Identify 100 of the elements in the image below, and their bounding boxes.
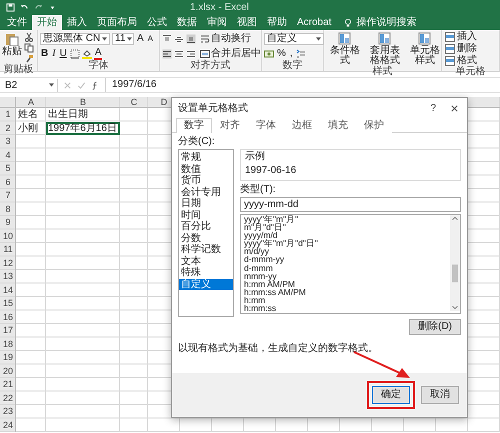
row-header[interactable]: 15 [0,297,16,310]
ribbon-tab[interactable]: 文件 [2,15,32,30]
row-header[interactable]: 19 [0,351,16,364]
category-item[interactable]: 文本 [179,256,233,267]
ribbon-tab[interactable]: 开始 [32,15,62,30]
grow-font-button[interactable]: A [136,32,145,44]
scissors-icon[interactable] [24,32,34,42]
ribbon-tab[interactable]: 插入 [62,15,92,30]
close-icon[interactable] [450,104,459,112]
align-right-icon[interactable] [186,48,196,58]
ribbon-tab[interactable]: 视图 [232,15,262,30]
format-button[interactable]: 格式 [444,56,478,66]
category-item[interactable]: 自定义 [179,278,233,290]
row-header[interactable]: 13 [0,270,16,284]
underline-button[interactable]: U [58,48,68,60]
category-item[interactable]: 时间 [179,210,233,221]
row-header[interactable]: 3 [0,135,16,148]
formula-field[interactable]: 1997/6/16 [105,78,500,92]
ok-button[interactable]: 确定 [372,386,410,404]
comma-button[interactable]: , [288,48,294,60]
row-header[interactable]: 22 [0,392,16,405]
row-header[interactable]: 14 [0,284,16,297]
column-header[interactable]: C [120,97,148,108]
dialog-tab[interactable]: 数字 [176,118,212,133]
row-header[interactable]: 10 [0,230,16,243]
style-button[interactable]: 套用表格格式 [366,32,404,66]
row-header[interactable]: 11 [0,243,16,256]
ribbon-tab[interactable]: 帮助 [262,15,292,30]
insert-button[interactable]: 插入 [444,32,478,42]
dialog-tab[interactable]: 保护 [356,118,392,133]
type-item[interactable]: m"月"d"日" [244,223,450,232]
dialog-tab[interactable]: 字体 [248,118,284,133]
type-item[interactable]: d-mmm [244,264,450,272]
delete-button[interactable]: 删除(D) [409,319,461,335]
category-item[interactable]: 百分比 [179,221,233,232]
type-item[interactable]: yyyy"年"m"月"d"日" [244,239,450,248]
row-header[interactable]: 9 [0,216,16,230]
ribbon-tab[interactable]: 审阅 [202,15,232,30]
italic-button[interactable]: I [51,48,57,60]
row-header[interactable]: 17 [0,324,16,338]
ribbon-tab[interactable]: 数据 [172,15,202,30]
wrap-text-button[interactable]: 自动换行 [199,32,252,44]
scrollbar[interactable] [450,215,460,311]
name-box[interactable]: B2 [2,78,58,92]
type-item[interactable]: yyyy/m/d [244,231,450,240]
row-header[interactable]: 20 [0,364,16,378]
dialog-tab[interactable]: 对齐 [212,118,248,133]
category-item[interactable]: 分数 [179,232,233,244]
number-format-field[interactable]: 自定义 [264,32,324,44]
ribbon-tab[interactable]: Acrobat [292,15,336,30]
row-header[interactable]: 12 [0,256,16,270]
type-item[interactable]: m/d/yy [244,247,450,256]
fill-color-icon[interactable] [82,48,92,58]
row-header[interactable]: 18 [0,338,16,351]
column-header[interactable]: B [46,97,120,108]
border-icon[interactable] [70,48,80,58]
shrink-font-button[interactable]: A [146,32,154,44]
percent-button[interactable]: % [276,48,287,60]
category-item[interactable]: 科学记数 [179,244,233,256]
category-item[interactable]: 货币 [179,175,233,186]
category-item[interactable]: 常规 [179,152,233,164]
row-header[interactable]: 1 [0,108,16,122]
paste-button[interactable]: 粘贴 [2,32,22,57]
row-header[interactable]: 23 [0,405,16,418]
font-size-field[interactable]: 11 [112,32,134,44]
tell-me-search[interactable]: 操作说明搜索 [356,15,416,30]
row-header[interactable]: 7 [0,189,16,202]
type-item[interactable]: h:mm:ss [244,304,450,312]
type-item[interactable]: yyyy"年"m"月" [244,215,450,224]
bold-button[interactable]: B [40,48,50,60]
align-bottom-icon[interactable] [186,34,196,44]
row-header[interactable]: 2 [0,122,16,135]
font-field[interactable]: 思源黑体 CN [40,32,110,44]
type-item[interactable]: h:mm:ss AM/PM [244,288,450,296]
row-header[interactable]: 5 [0,162,16,176]
type-item[interactable]: mmm-yy [244,272,450,280]
column-header[interactable]: A [16,97,46,108]
currency-icon[interactable] [264,48,274,58]
dialog-tab[interactable]: 边框 [284,118,320,133]
style-button[interactable]: 条件格式 [326,32,364,66]
type-item[interactable]: h:mm AM/PM [244,280,450,288]
type-item[interactable]: h:mm [244,296,450,304]
type-item[interactable]: d-mmm-yy [244,255,450,264]
align-top-icon[interactable] [162,34,172,44]
row-header[interactable]: 4 [0,148,16,162]
merge-center-button[interactable]: 合并后居中 [199,48,262,60]
category-item[interactable]: 日期 [179,198,233,210]
align-center-icon[interactable] [174,48,184,58]
row-header[interactable]: 24 [0,418,16,432]
type-field[interactable]: yyyy-mm-dd [240,197,461,212]
row-header[interactable]: 16 [0,310,16,324]
ribbon-tab[interactable]: 页面布局 [92,15,142,30]
copy-icon[interactable] [24,43,34,53]
row-header[interactable]: 8 [0,202,16,216]
category-item[interactable]: 会计专用 [179,186,233,198]
save-icon[interactable] [6,3,15,12]
category-item[interactable]: 数值 [179,164,233,175]
check-icon[interactable] [77,80,86,90]
style-button[interactable]: 单元格样式 [406,32,444,66]
row-header[interactable]: 6 [0,176,16,189]
